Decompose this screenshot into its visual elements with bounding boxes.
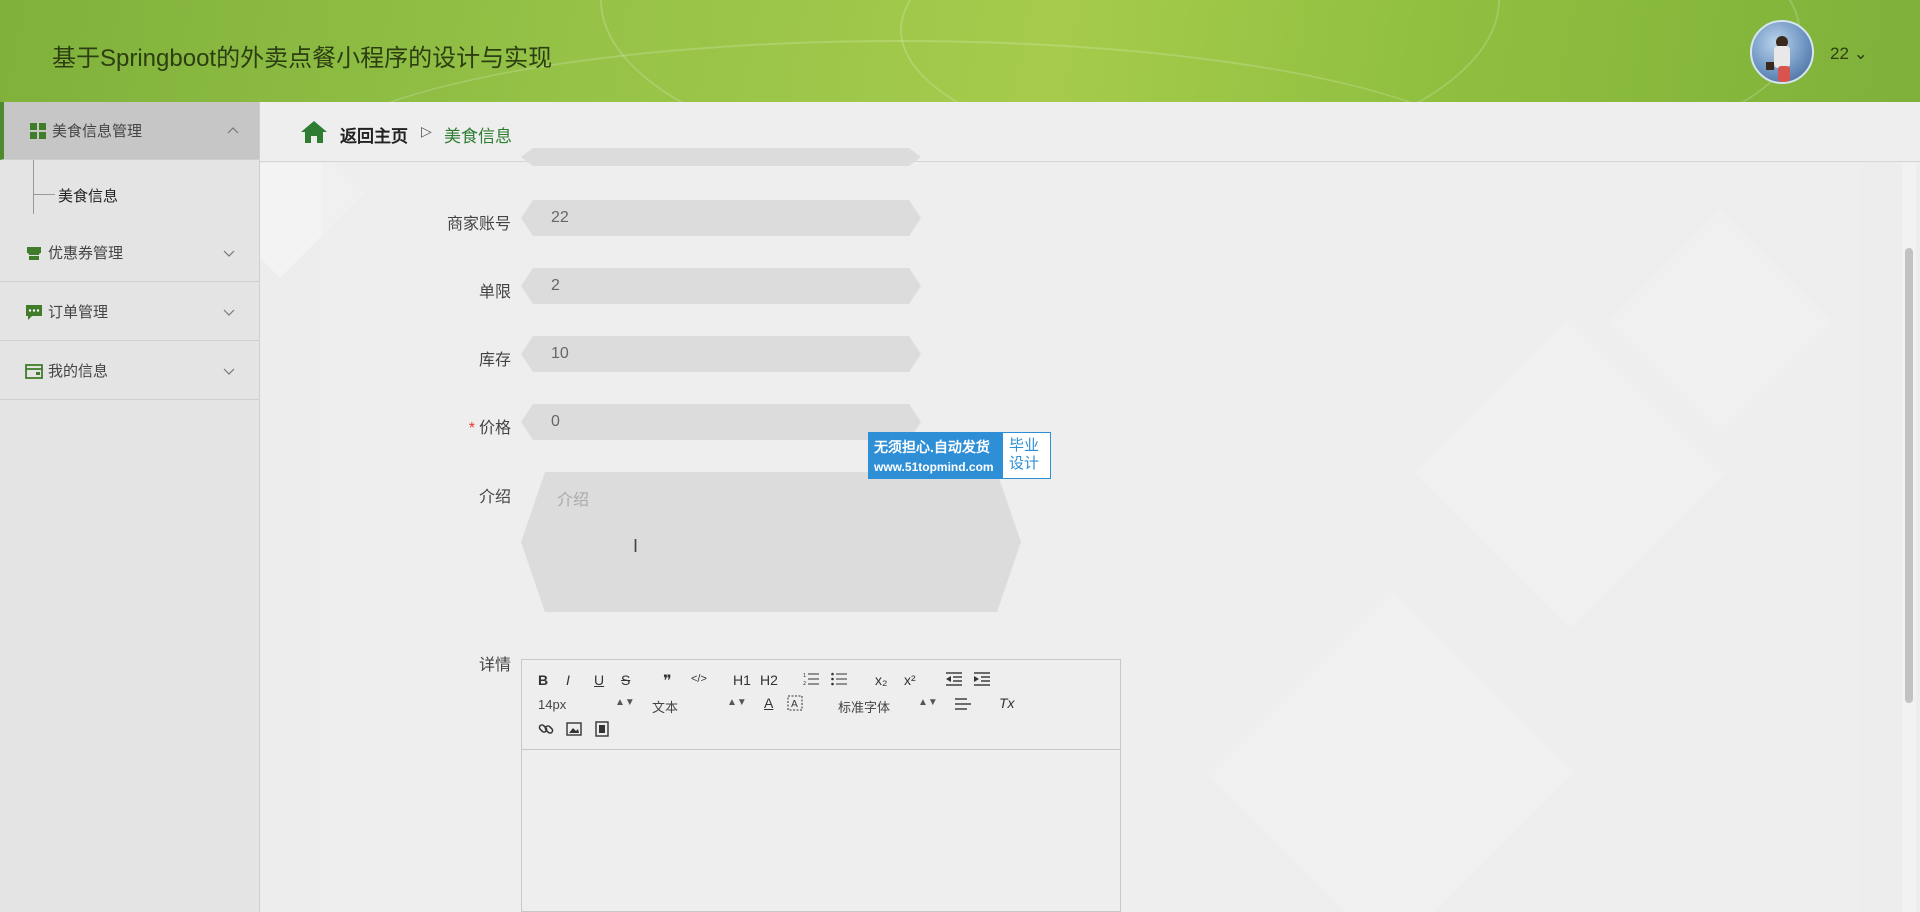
card-icon: [25, 363, 43, 379]
image-icon[interactable]: [566, 721, 582, 737]
h1-button[interactable]: H1: [733, 672, 751, 688]
breadcrumb-home-link[interactable]: 返回主页: [340, 122, 408, 147]
chevron-up-icon: [227, 126, 239, 133]
badge-right-line2: 设计: [1009, 455, 1040, 472]
font-size-select[interactable]: 14px: [538, 697, 566, 712]
badge-right: 毕业 设计: [1003, 433, 1050, 478]
user-menu-dropdown[interactable]: 22 ⌄: [1830, 44, 1868, 64]
updown-arrows-icon: ▲▼: [727, 697, 747, 708]
background-color-icon[interactable]: A: [787, 695, 803, 711]
chevron-down-icon: [223, 250, 235, 257]
link-icon[interactable]: [538, 721, 554, 737]
sidebar-item-label: 我的信息: [48, 363, 109, 380]
font-family-select[interactable]: 标准字体: [838, 697, 890, 716]
sidebar: 美食信息管理 美食信息 优惠券管理 订单管理 我的信息: [0, 102, 260, 912]
sidebar-item-my-info[interactable]: 我的信息: [0, 342, 259, 400]
subscript-button[interactable]: x₂: [875, 672, 887, 688]
clipped-field: [521, 148, 921, 166]
price-input[interactable]: 0: [521, 404, 921, 440]
avatar-figure-bag: [1766, 62, 1774, 70]
updown-arrows-icon: ▲▼: [918, 697, 938, 708]
strike-button[interactable]: S: [621, 672, 630, 688]
avatar-figure-body: [1774, 46, 1790, 68]
breadcrumb-separator: ▷: [421, 123, 432, 139]
sidebar-submenu: 美食信息: [0, 160, 259, 224]
underline-button[interactable]: U: [594, 672, 604, 688]
scrollbar-thumb[interactable]: [1905, 248, 1913, 703]
required-asterisk: *: [468, 420, 475, 437]
breadcrumb-current: 美食信息: [444, 127, 512, 146]
sidebar-item-label: 美食信息管理: [52, 123, 143, 140]
tree-line: [33, 194, 55, 195]
svg-text:A: A: [791, 699, 798, 710]
sidebar-subitem-food-info[interactable]: 美食信息: [58, 185, 118, 206]
chevron-down-icon: [223, 309, 235, 316]
ordered-list-icon[interactable]: 1 2: [803, 672, 819, 686]
breadcrumb: 返回主页 ▷ 美食信息: [260, 102, 1920, 162]
text-cursor-icon: I: [633, 536, 639, 556]
limit-input[interactable]: 2: [521, 268, 921, 304]
merchant-account-label: 商家账号: [446, 216, 511, 233]
sidebar-item-food-management[interactable]: 美食信息管理: [0, 102, 259, 160]
editor-toolbar: B I U S ❞ </> H1 H2 1 2 x₂ x² 14px ▲▼ 文本…: [522, 660, 1120, 750]
badge-line2: www.51topmind.com: [874, 460, 994, 474]
indent-icon[interactable]: [974, 672, 990, 686]
text-type-select[interactable]: 文本: [652, 697, 678, 716]
italic-button[interactable]: I: [566, 672, 570, 688]
align-icon[interactable]: [955, 697, 971, 711]
bullet-list-icon[interactable]: [831, 672, 847, 686]
sidebar-item-coupon-management[interactable]: 优惠券管理: [0, 224, 259, 282]
h2-button[interactable]: H2: [760, 672, 778, 688]
intro-label: 介绍: [478, 489, 511, 506]
badge-right-line1: 毕业: [1009, 437, 1040, 454]
svg-text:2: 2: [803, 681, 806, 686]
clear-format-button[interactable]: Tx: [999, 695, 1015, 711]
chat-icon: [26, 304, 42, 320]
sidebar-item-label: 优惠券管理: [48, 245, 124, 262]
quote-button[interactable]: ❞: [663, 671, 672, 691]
updown-arrows-icon: ▲▼: [615, 697, 635, 708]
intro-textarea[interactable]: 介绍: [521, 472, 1021, 612]
superscript-button[interactable]: x²: [904, 672, 916, 688]
video-icon[interactable]: [594, 721, 610, 737]
chevron-down-icon: [223, 368, 235, 375]
stock-input[interactable]: 10: [521, 336, 921, 372]
sidebar-item-order-management[interactable]: 订单管理: [0, 283, 259, 341]
font-color-button[interactable]: A: [764, 695, 773, 711]
detail-label: 详情: [478, 657, 511, 674]
code-button[interactable]: </>: [691, 673, 707, 685]
stock-label: 库存: [478, 352, 511, 369]
svg-text:1: 1: [803, 673, 806, 679]
bold-button[interactable]: B: [538, 672, 548, 688]
merchant-account-input[interactable]: 22: [521, 200, 921, 236]
home-icon[interactable]: [300, 120, 328, 144]
top-header: 基于Springboot的外卖点餐小程序的设计与实现 22 ⌄: [0, 0, 1920, 102]
rich-text-editor: B I U S ❞ </> H1 H2 1 2 x₂ x² 14px ▲▼ 文本…: [521, 659, 1121, 912]
watermark-badge: 无须担心.自动发货 www.51topmind.com 毕业 设计: [868, 432, 1051, 479]
grid-icon: [30, 122, 46, 139]
sidebar-item-label: 订单管理: [48, 304, 109, 321]
limit-label: 单限: [478, 284, 511, 301]
coupon-icon: [27, 246, 41, 260]
avatar[interactable]: [1750, 20, 1814, 84]
price-label-text: 价格: [478, 420, 511, 437]
price-label: * 价格: [391, 414, 511, 438]
outdent-icon[interactable]: [946, 672, 962, 686]
badge-line1: 无须担心.自动发货: [874, 439, 990, 455]
tree-line: [33, 160, 34, 214]
avatar-figure-leg: [1778, 66, 1790, 82]
app-title: 基于Springboot的外卖点餐小程序的设计与实现: [52, 45, 553, 72]
badge-left: 无须担心.自动发货 www.51topmind.com: [869, 433, 1003, 478]
